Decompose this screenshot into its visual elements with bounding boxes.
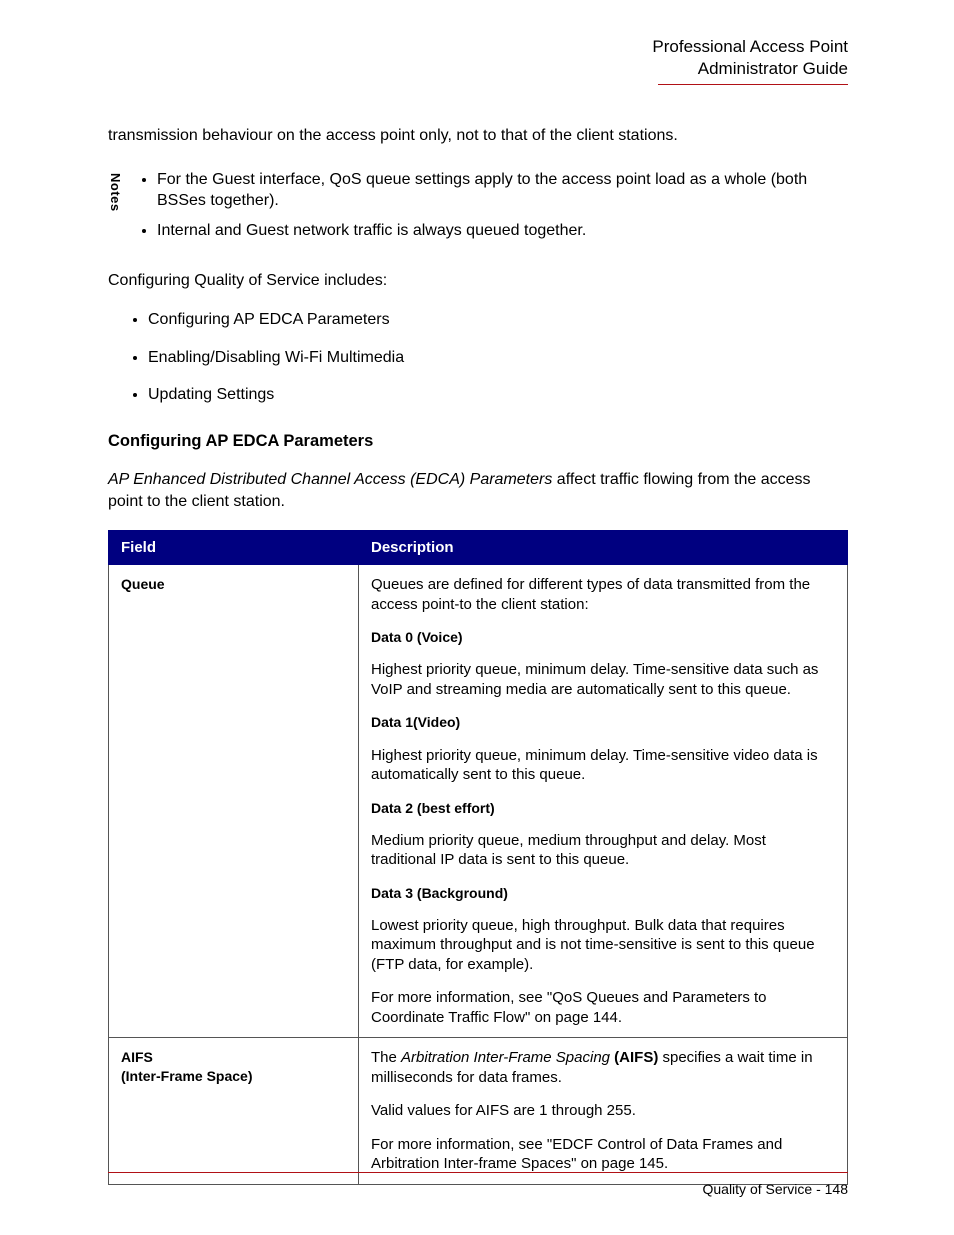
footer-rule [108, 1172, 848, 1173]
notes-content: For the Guest interface, QoS queue setti… [133, 169, 848, 250]
page-footer: Quality of Service - 148 [108, 1172, 848, 1197]
config-item-2[interactable]: Enabling/Disabling Wi-Fi Multimedia [148, 347, 848, 369]
table-row: Queue Queues are defined for different t… [109, 565, 848, 1038]
header-rule [658, 84, 848, 85]
config-item-1[interactable]: Configuring AP EDCA Parameters [148, 309, 848, 331]
notes-block: Notes For the Guest interface, QoS queue… [108, 169, 848, 250]
th-field: Field [109, 531, 359, 565]
field-aifs: AIFS (Inter-Frame Space) [109, 1038, 359, 1185]
intro-paragraph: transmission behaviour on the access poi… [108, 125, 848, 147]
desc-queue: Queues are defined for different types o… [359, 565, 848, 1038]
desc-aifs: The Arbitration Inter-Frame Spacing (AIF… [359, 1038, 848, 1185]
config-list: Configuring AP EDCA Parameters Enabling/… [108, 309, 848, 406]
section-desc: AP Enhanced Distributed Channel Access (… [108, 469, 848, 512]
section-heading: Configuring AP EDCA Parameters [108, 432, 848, 451]
th-description: Description [359, 531, 848, 565]
config-intro: Configuring Quality of Service includes: [108, 270, 848, 292]
edca-table: Field Description Queue Queues are defin… [108, 530, 848, 1185]
notes-label: Notes [108, 169, 123, 212]
note-item-1: For the Guest interface, QoS queue setti… [157, 169, 848, 212]
header-line1: Professional Access Point [108, 36, 848, 58]
bss-link[interactable]: BSS [157, 192, 189, 209]
page-header: Professional Access Point Administrator … [108, 36, 848, 85]
config-item-3[interactable]: Updating Settings [148, 384, 848, 406]
table-row: AIFS (Inter-Frame Space) The Arbitration… [109, 1038, 848, 1185]
note-item-2: Internal and Guest network traffic is al… [157, 220, 848, 242]
field-queue: Queue [109, 565, 359, 1038]
footer-text: Quality of Service - 148 [108, 1181, 848, 1197]
header-line2: Administrator Guide [108, 58, 848, 80]
